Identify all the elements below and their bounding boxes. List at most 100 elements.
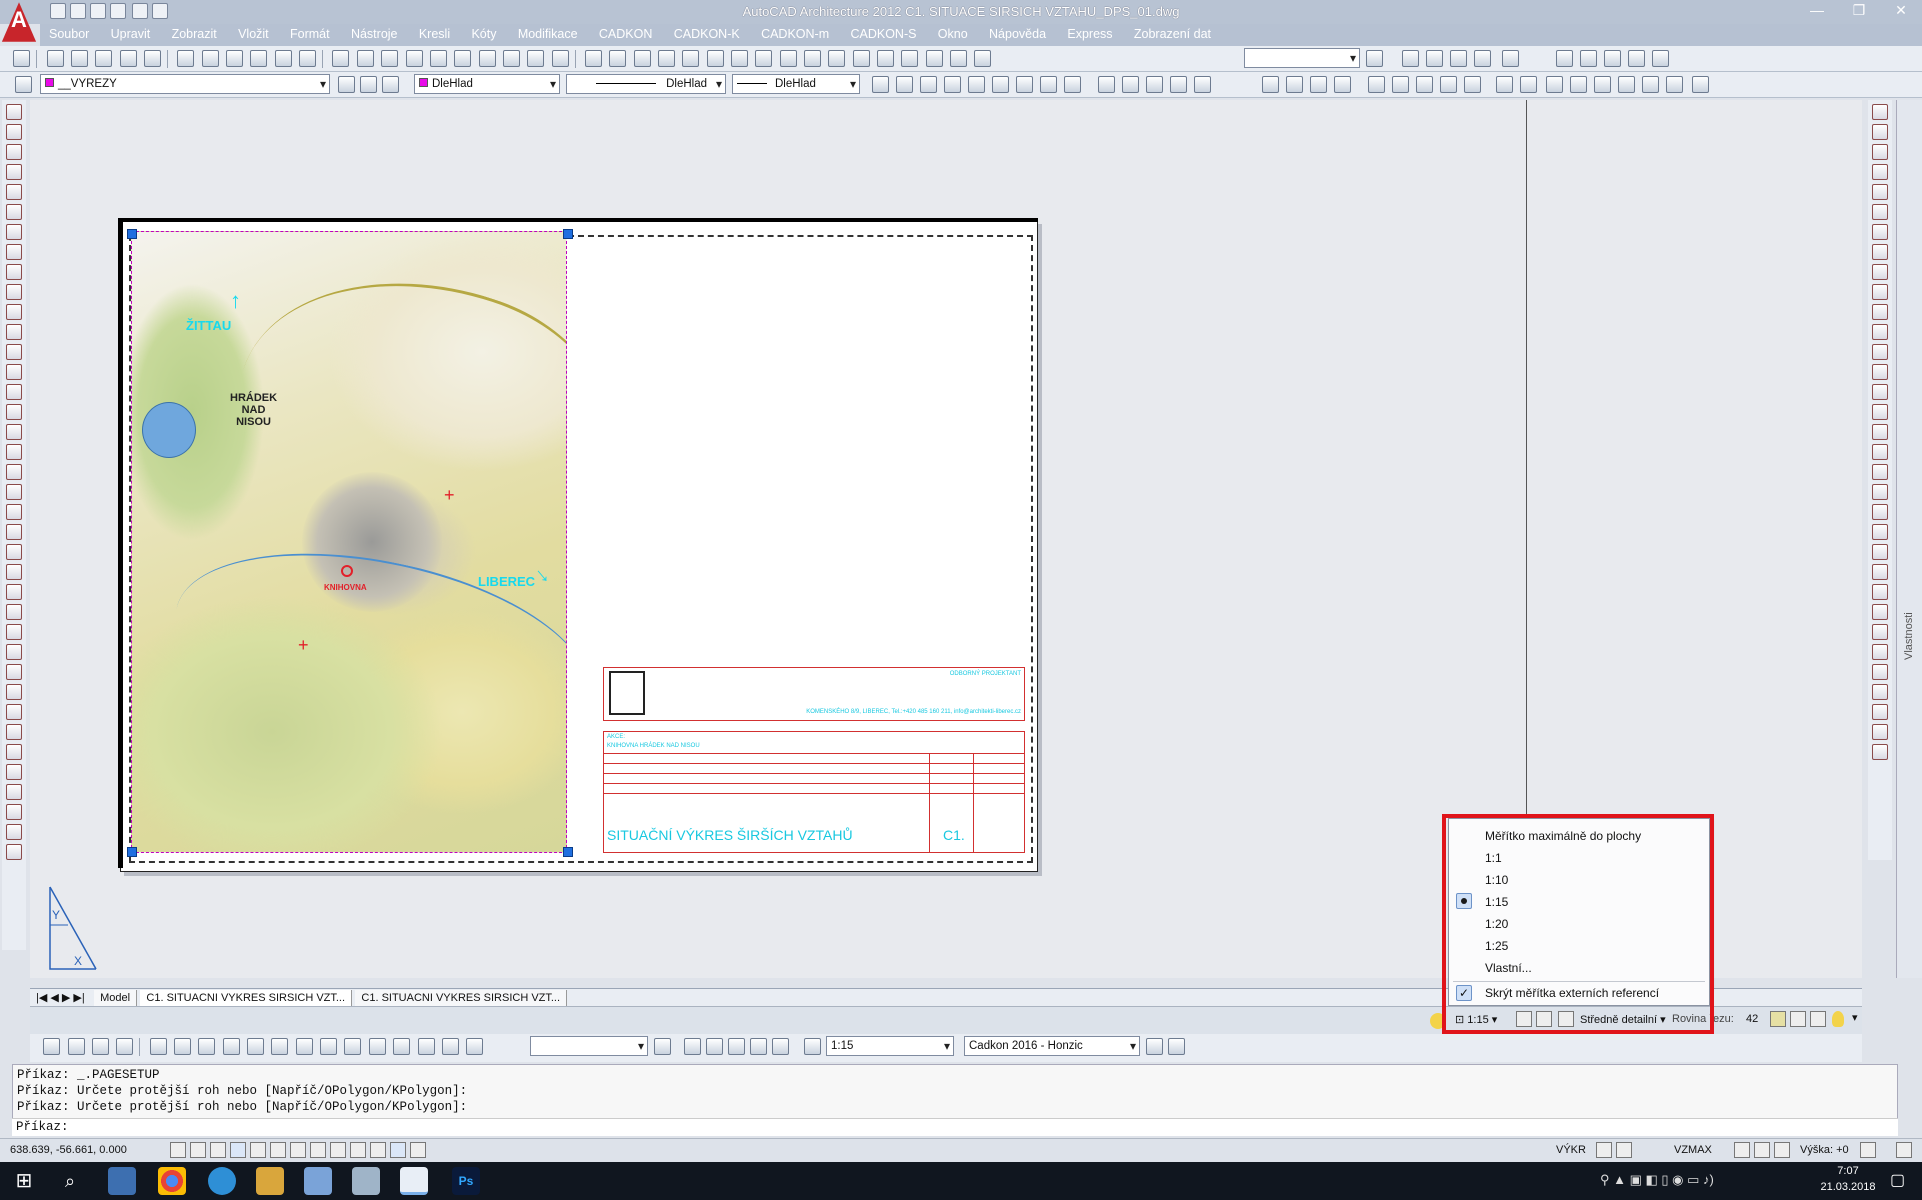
grip-handle[interactable]: [563, 847, 573, 857]
tool-l6-icon[interactable]: [6, 604, 22, 620]
menu-express[interactable]: Express: [1067, 24, 1112, 44]
lock-icon[interactable]: [1754, 1142, 1770, 1158]
erase-icon[interactable]: [1872, 104, 1888, 120]
tag-icon[interactable]: [6, 444, 22, 460]
tool-x-icon[interactable]: [1580, 50, 1597, 67]
command-input[interactable]: Příkaz:: [12, 1118, 1898, 1136]
zoom-previous-icon[interactable]: [405, 50, 423, 67]
tool-j-icon[interactable]: [804, 50, 821, 67]
tool-2g-icon[interactable]: [1016, 76, 1033, 93]
tab-layout-2[interactable]: C1. SITUACNI VYKRES SIRSICH VZT...: [355, 990, 568, 1006]
tool-a-icon[interactable]: [584, 50, 602, 67]
menu-modifikace[interactable]: Modifikace: [518, 24, 578, 44]
cut-icon[interactable]: [177, 50, 195, 67]
mirror-icon[interactable]: [1872, 144, 1888, 160]
explode-icon[interactable]: [1872, 384, 1888, 400]
tool-l3-icon[interactable]: [6, 544, 22, 560]
menu-zobrazit[interactable]: Zobrazit: [172, 24, 217, 44]
app-tools-icon[interactable]: [256, 1167, 284, 1195]
extend-icon[interactable]: [1872, 304, 1888, 320]
lineweight-dropdown[interactable]: DleHlad: [732, 74, 860, 94]
preview-icon[interactable]: [144, 50, 162, 67]
elevation-icon[interactable]: [6, 424, 22, 440]
door-icon[interactable]: [6, 144, 22, 160]
tool-r11-icon[interactable]: [1872, 604, 1888, 620]
mtext-icon[interactable]: [1286, 76, 1303, 93]
text-a-icon[interactable]: [1872, 684, 1888, 700]
cut-plane-value[interactable]: 42: [1746, 1013, 1758, 1025]
minimize-icon[interactable]: —: [1796, 0, 1838, 22]
sheet-set-icon[interactable]: [502, 50, 520, 67]
redo-icon[interactable]: [152, 3, 168, 19]
tool-k-icon[interactable]: [828, 50, 846, 67]
grid-icon[interactable]: [6, 384, 22, 400]
tool-2r-icon[interactable]: [1464, 76, 1481, 93]
maximize-viewport-button[interactable]: VZMAX: [1674, 1144, 1712, 1156]
clock-date[interactable]: 21.03.2018: [1808, 1181, 1888, 1193]
zone-icon[interactable]: [6, 324, 22, 340]
tool-r12-icon[interactable]: [1872, 624, 1888, 640]
open-icon[interactable]: [70, 3, 86, 19]
tool-h-icon[interactable]: [755, 50, 773, 67]
app-globe-icon[interactable]: [208, 1167, 236, 1195]
tool-2j-icon[interactable]: [1098, 76, 1115, 93]
design-center-icon[interactable]: [454, 50, 472, 67]
menu-okno[interactable]: Okno: [938, 24, 968, 44]
tool-2b-icon[interactable]: [896, 76, 913, 93]
tool-b-icon[interactable]: [609, 50, 627, 67]
scale-gear-icon[interactable]: [804, 1038, 821, 1055]
tool-l9-icon[interactable]: [6, 664, 22, 680]
tool-2u-icon[interactable]: [1546, 76, 1563, 93]
break-icon[interactable]: [1872, 324, 1888, 340]
tool-r1-icon[interactable]: [1872, 404, 1888, 420]
tool-r-icon[interactable]: [1402, 50, 1419, 67]
layer-states-icon[interactable]: [382, 76, 399, 93]
tool-b16-icon[interactable]: [417, 1038, 435, 1055]
tool-l1-icon[interactable]: [6, 504, 22, 520]
tool-2n-icon[interactable]: [1368, 76, 1385, 93]
tool-e-icon[interactable]: [682, 50, 700, 67]
tool-b3-icon[interactable]: [92, 1038, 110, 1055]
markup-icon[interactable]: [527, 50, 545, 67]
quick-view-drawings-icon[interactable]: [1616, 1142, 1632, 1158]
tool-b6-icon[interactable]: [174, 1038, 192, 1055]
menu-zobrazeni-dat[interactable]: Zobrazení dat: [1134, 24, 1211, 44]
style-settings-icon[interactable]: [1146, 1038, 1163, 1055]
tool-t-icon[interactable]: [1450, 50, 1467, 67]
make-current-icon[interactable]: [338, 76, 355, 93]
menu-cadkon-s[interactable]: CADKON-S: [850, 24, 916, 44]
layer-previous-icon[interactable]: [360, 76, 377, 93]
tool-r14-icon[interactable]: [1872, 664, 1888, 680]
tool-b24-icon[interactable]: [772, 1038, 789, 1055]
tool-r3-icon[interactable]: [1872, 444, 1888, 460]
dimension-icon[interactable]: [6, 484, 22, 500]
tray-icons[interactable]: ⚲ ▲ ▣ ◧ ▯ ◉ ▭ ♪): [1600, 1172, 1714, 1188]
undo-icon[interactable]: [132, 3, 148, 19]
tool-b12-icon[interactable]: [320, 1038, 338, 1055]
tool-l5-icon[interactable]: [6, 584, 22, 600]
copy-object-icon[interactable]: [1872, 124, 1888, 140]
zoom-realtime-icon[interactable]: [356, 50, 374, 67]
lightbulb-icon[interactable]: [1832, 1011, 1844, 1027]
tool-b23-icon[interactable]: [750, 1038, 767, 1055]
tool-2c-icon[interactable]: [920, 76, 937, 93]
tool-2d-icon[interactable]: [944, 76, 961, 93]
grip-handle[interactable]: [563, 229, 573, 239]
print-icon[interactable]: [110, 3, 126, 19]
trim-icon[interactable]: [1872, 284, 1888, 300]
restore-icon[interactable]: ❐: [1838, 0, 1880, 22]
menu-vlozit[interactable]: Vložit: [238, 24, 269, 44]
tool-d-icon[interactable]: [657, 50, 675, 67]
curtain-wall-icon[interactable]: [6, 364, 22, 380]
space-icon[interactable]: [6, 304, 22, 320]
tool-2z-icon[interactable]: [1666, 76, 1683, 93]
tool-b11-icon[interactable]: [295, 1038, 313, 1055]
section-icon[interactable]: [6, 404, 22, 420]
array-icon[interactable]: [1872, 184, 1888, 200]
tool-y-icon[interactable]: [1604, 50, 1621, 67]
tool-2k-icon[interactable]: [1122, 76, 1139, 93]
tool-b22-icon[interactable]: [728, 1038, 745, 1055]
tool-b14-icon[interactable]: [368, 1038, 386, 1055]
scale-icon[interactable]: [1872, 244, 1888, 260]
tab-layout-1[interactable]: C1. SITUACNI VYKRES SIRSICH VZT...: [140, 990, 353, 1006]
